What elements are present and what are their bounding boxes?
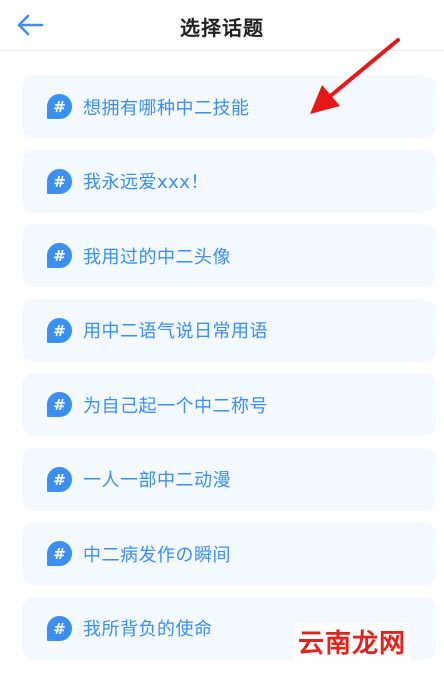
svg-text:#: # [53,471,66,489]
topic-label: 想拥有哪种中二技能 [83,97,250,119]
hashtag-bubble-icon: # [47,168,72,194]
hashtag-bubble-icon: # [47,541,72,566]
topic-label: 为自己起一个中二称号 [83,395,268,417]
hashtag-bubble-icon: # [47,317,72,343]
topic-item[interactable]: # 想拥有哪种中二技能 [22,75,436,138]
topic-label: 我永远爱xxx！ [83,172,209,193]
svg-text:#: # [53,173,66,191]
topic-item[interactable]: # 我永远爱xxx！ [22,149,436,213]
hashtag-bubble-icon: # [47,466,72,492]
svg-text:#: # [53,247,66,265]
hashtag-bubble-icon: # [47,94,72,119]
topic-label: 我用过的中二头像 [83,246,231,268]
topic-item[interactable]: # 为自己起一个中二称号 [22,373,436,436]
svg-text:#: # [53,545,66,563]
hashtag-bubble-icon: # [47,615,72,641]
topic-label: 一人一部中二动漫 [83,470,231,491]
topic-list: # 想拥有哪种中二技能 # 我永远爱xxx！ # 我用过的中二头像 # 用中二语… [22,75,436,671]
svg-text:#: # [53,396,66,414]
topic-item[interactable]: # 用中二语气说日常用语 [22,298,436,362]
page-title: 选择话题 [180,16,264,40]
topic-item[interactable]: # 我用过的中二头像 [22,224,436,287]
hashtag-bubble-icon: # [47,243,72,268]
svg-text:#: # [53,98,66,116]
topic-label: 用中二语气说日常用语 [83,321,268,342]
topic-label: 我所背负的使命 [83,619,213,640]
topic-item[interactable]: # 中二病发作の瞬间 [22,522,436,585]
topic-label: 中二病发作の瞬间 [83,544,231,566]
svg-text:#: # [53,620,66,638]
watermark: 云南龙网 [293,623,410,660]
top-bar: 选择话题 [0,0,444,51]
hashtag-bubble-icon: # [47,392,72,417]
topic-item[interactable]: # 一人一部中二动漫 [22,447,436,511]
svg-text:#: # [53,322,66,340]
